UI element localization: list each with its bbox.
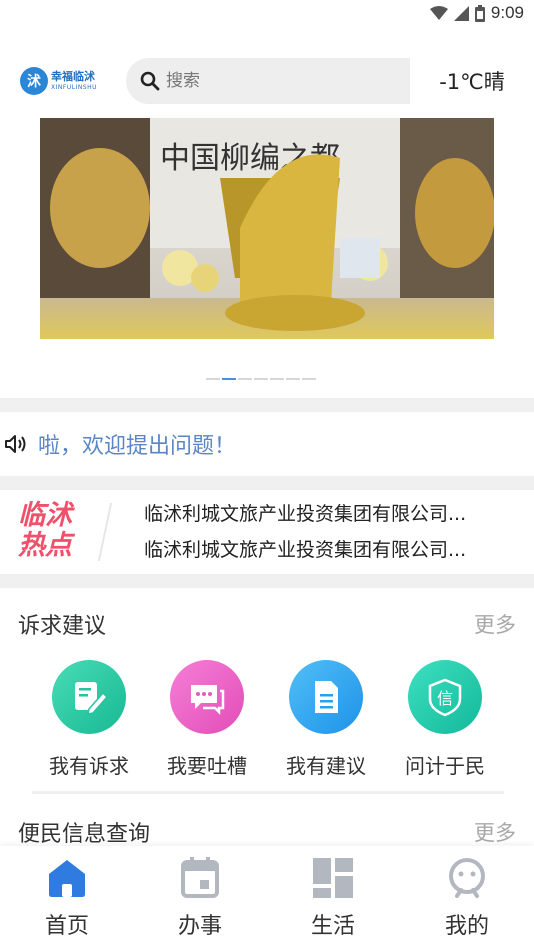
search-icon: [140, 71, 160, 91]
pagination-dot[interactable]: [302, 378, 316, 380]
info-more-link[interactable]: 更多: [474, 817, 516, 847]
nav-label: 我的: [444, 914, 489, 939]
pagination-dot[interactable]: [270, 378, 284, 380]
feature-suggest[interactable]: 我有建议: [267, 660, 385, 779]
pagination-dot[interactable]: [254, 378, 268, 380]
pagination-dot[interactable]: [206, 378, 220, 380]
banner-pagination: [206, 378, 316, 380]
section-divider: [32, 791, 504, 794]
feature-label: 我要吐槽: [167, 754, 247, 778]
notice-text: 啦，欢迎提出问题！: [38, 434, 237, 459]
feature-label: 问计于民: [405, 754, 485, 778]
bottom-navigation: 首页 办事 生活 我的: [0, 846, 534, 948]
pagination-dot-active[interactable]: [222, 378, 236, 380]
feature-label: 我有建议: [286, 754, 366, 778]
appeal-more-link[interactable]: 更多: [474, 609, 516, 639]
home-icon: [49, 860, 85, 897]
info-section-title: 便民信息查询: [18, 822, 151, 847]
feature-label: 我有诉求: [49, 754, 129, 778]
clock: 9:09: [490, 3, 524, 22]
weather-indicator[interactable]: -1℃晴: [410, 58, 534, 104]
search-bar[interactable]: [126, 58, 410, 104]
appeal-feature-grid: 我有诉求 我要吐槽 我有建议 信 问计于民: [0, 660, 534, 784]
wifi-icon: [429, 6, 448, 20]
pagination-dot[interactable]: [238, 378, 252, 380]
logo-title: 幸福临沭: [51, 70, 95, 83]
hot-news-panel: 临沭 热点 临沭利城文旅产业投资集团有限公司... 临沭利城文旅产业投资集团有限…: [0, 491, 534, 573]
calendar-icon: [181, 857, 219, 898]
user-icon: [449, 858, 485, 898]
nav-label: 生活: [310, 914, 355, 939]
nav-me[interactable]: 我的: [407, 856, 527, 940]
feature-ask-people[interactable]: 信 问计于民: [386, 660, 504, 779]
grid-icon: [313, 858, 353, 898]
hot-news-item[interactable]: 临沭利城文旅产业投资集团有限公司...: [144, 499, 504, 526]
notice-bar[interactable]: 啦，欢迎提出问题！: [0, 414, 534, 474]
speaker-icon: [5, 435, 26, 453]
app-logo: 沭 幸福临沭 XINFULINSHU: [20, 66, 104, 96]
nav-label: 办事: [177, 914, 222, 939]
nav-home[interactable]: 首页: [7, 856, 127, 940]
feature-appeal[interactable]: 我有诉求: [30, 660, 148, 779]
signal-icon: [453, 5, 469, 21]
banner-image[interactable]: 中国柳编之都: [40, 118, 494, 339]
divider: [0, 398, 534, 412]
hot-news-logo: 临沭 热点: [18, 501, 88, 561]
app-header: 沭 幸福临沭 XINFULINSHU -1℃晴: [0, 52, 534, 110]
hot-news-item[interactable]: 临沭利城文旅产业投资集团有限公司...: [144, 535, 504, 562]
status-icons: 9:09: [429, 3, 524, 23]
svg-text:信: 信: [437, 689, 453, 708]
nav-label: 首页: [44, 914, 89, 939]
hot-divider: [97, 503, 113, 561]
pagination-dot[interactable]: [286, 378, 300, 380]
feature-complain[interactable]: 我要吐槽: [148, 660, 266, 779]
edit-icon: [52, 660, 126, 734]
search-input[interactable]: [166, 71, 386, 91]
status-bar: 9:09: [0, 0, 534, 28]
chat-icon: [170, 660, 244, 734]
document-icon: [289, 660, 363, 734]
logo-mark-icon: 沭: [20, 67, 48, 95]
appeal-section-header: 诉求建议 更多: [18, 608, 516, 640]
divider: [0, 476, 534, 490]
nav-life[interactable]: 生活: [273, 856, 393, 940]
xin-badge-icon: 信: [408, 660, 482, 734]
logo-subtitle: XINFULINSHU: [51, 84, 98, 91]
battery-icon: [474, 4, 485, 22]
hot-logo-line1: 临沭: [18, 500, 72, 531]
appeal-section-title: 诉求建议: [18, 614, 107, 639]
info-section-header: 便民信息查询 更多: [18, 816, 516, 848]
divider: [0, 574, 534, 588]
nav-services[interactable]: 办事: [140, 856, 260, 940]
hot-logo-line2: 热点: [18, 530, 72, 561]
